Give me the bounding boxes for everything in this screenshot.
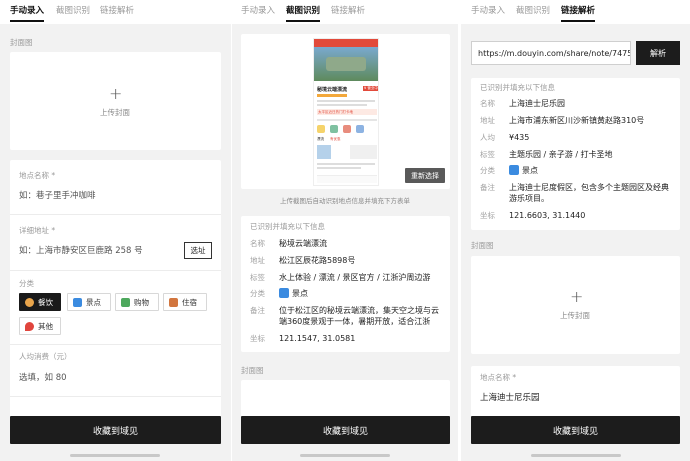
tab-screenshot[interactable]: 截图识别 (516, 6, 550, 17)
row-value-name: 秘境云端漂流 (279, 239, 327, 248)
category-chip-hotel[interactable]: 住宿 (163, 293, 207, 311)
address-input[interactable]: 如：上海市静安区巨鹿路 258 号 (19, 246, 143, 257)
recognized-title: 已识别并填充以下信息 (480, 83, 555, 92)
save-button[interactable]: 收藏到域见 (10, 416, 221, 444)
tab-manual[interactable]: 手动录入 (241, 6, 275, 17)
tab-screenshot[interactable]: 截图识别 (286, 6, 321, 22)
recognized-card: 已识别并填充以下信息 名称 上海迪士尼乐园 地址 上海市浦东新区川沙新镇黄赵路3… (471, 78, 680, 230)
upload-cover-text: 上传封面 (100, 108, 130, 117)
scenic-icon (73, 297, 82, 307)
row-label-coords: 坐标 (250, 334, 265, 343)
row-label-tags: 标签 (250, 273, 265, 282)
row-value-coords: 121.1547, 31.0581 (279, 334, 356, 343)
category-label: 分类 (19, 279, 34, 288)
row-label-address: 地址 (250, 256, 265, 265)
save-button[interactable]: 收藏到域见 (241, 416, 450, 444)
recognized-card: 已识别并填充以下信息 名称 秘境云端漂流 地址 松江区辰花路5898号 标签 水… (241, 216, 450, 352)
row-label-category: 分类 (250, 289, 265, 298)
cover-upload-area[interactable]: + 上传封面 (10, 52, 221, 150)
home-indicator (531, 454, 621, 457)
address-label: 详细地址 * (19, 226, 56, 235)
tab-bar: 手动录入 截图识别 链接解析 (0, 0, 231, 24)
hotel-icon (169, 297, 178, 307)
shopping-icon (121, 297, 130, 307)
tab-link[interactable]: 链接解析 (100, 6, 134, 17)
tab-bar: 手动录入 截图识别 链接解析 (461, 0, 690, 24)
row-label-coords: 坐标 (480, 211, 495, 220)
row-label-price: 人均 (480, 133, 495, 142)
row-value-address: 松江区辰花路5898号 (279, 256, 356, 265)
mini-item-2: 有优惠 (330, 137, 341, 141)
pick-location-button[interactable]: 选址 (184, 242, 212, 259)
row-value-note: 上海迪士尼度假区，包含多个主题园区及经典游乐项目。 (509, 183, 669, 203)
pin-icon (25, 321, 34, 331)
tab-link[interactable]: 链接解析 (331, 6, 365, 17)
parse-button[interactable]: 解析 (636, 41, 680, 65)
category-chip-other[interactable]: 其他 (19, 317, 61, 335)
category-chip-scenic[interactable]: 景点 (67, 293, 111, 311)
row-value-category: 景点 (292, 289, 308, 298)
name-input[interactable]: 如：巷子里手冲咖啡 (19, 191, 96, 202)
row-label-note: 备注 (250, 306, 265, 315)
reselect-button[interactable]: 重新选择 (405, 168, 445, 183)
cover-upload-area[interactable] (241, 380, 450, 420)
row-value-tags: 水上体验 / 漂流 / 景区官方 / 江浙沪周边游 (279, 273, 431, 282)
cover-label: 封面图 (10, 38, 33, 47)
tab-screenshot[interactable]: 截图识别 (56, 6, 90, 17)
cover-upload-area[interactable]: + 上传封面 (471, 256, 680, 354)
manual-entry-panel: 手动录入 截图识别 链接解析 封面图 + 上传封面 地点名称 * 如：巷子里手冲… (0, 0, 231, 461)
row-label-note: 备注 (480, 183, 495, 192)
upload-cover-text: 上传封面 (560, 311, 590, 320)
home-indicator (70, 454, 160, 457)
bowl-icon (25, 297, 34, 307)
category-chip-food[interactable]: 餐饮 (19, 293, 61, 311)
mini-title: 秘境云端漂流 (317, 87, 348, 93)
row-value-note: 位于松江区的秘境云端漂流，集天空之境与云端360度景观于一体，暑期开放，适合江浙 (279, 306, 439, 326)
home-indicator (300, 454, 390, 457)
url-input[interactable]: https://m.douyin.com/share/note/747592 (471, 41, 631, 65)
row-value-tags: 主题乐园 / 亲子游 / 打卡圣地 (509, 150, 613, 159)
form-card: 地点名称 * 如：巷子里手冲咖啡 详细地址 * 如：上海市静安区巨鹿路 258 … (10, 160, 221, 420)
row-value-category: 景点 (522, 166, 538, 175)
category-chip-shopping[interactable]: 购物 (115, 293, 159, 311)
row-label-tags: 标签 (480, 150, 495, 159)
plus-icon: + (109, 84, 123, 103)
save-button[interactable]: 收藏到域见 (471, 416, 680, 444)
row-label-name: 名称 (250, 239, 265, 248)
screenshot-panel: 手动录入 截图识别 链接解析 秘境云端漂流 ¥ 营业中 太平区近日热门打卡地 漂… (232, 0, 458, 461)
name-input[interactable]: 上海迪士尼乐园 (480, 393, 540, 404)
price-input[interactable]: 选填，如 80 (19, 373, 67, 384)
scenic-icon (279, 288, 289, 298)
tab-bar: 手动录入 截图识别 链接解析 (232, 0, 458, 24)
row-label-category: 分类 (480, 166, 495, 175)
row-value-price: ¥435 (509, 133, 530, 142)
cover-label: 封面图 (241, 366, 264, 375)
tab-manual[interactable]: 手动录入 (471, 6, 505, 17)
mini-tag: ¥ 营业中 (363, 86, 378, 91)
row-value-address: 上海市浦东新区川沙新镇黄赵路310号 (509, 116, 645, 125)
form-card: 地点名称 * 上海迪士尼乐园 (471, 366, 680, 420)
link-parse-panel: 手动录入 截图识别 链接解析 https://m.douyin.com/shar… (461, 0, 690, 461)
name-label: 地点名称 * (480, 373, 517, 382)
mini-hot-tag: 太平区近日热门打卡地 (318, 109, 353, 114)
plus-icon: + (570, 287, 584, 306)
price-label: 人均消费（元） (19, 352, 72, 361)
row-label-address: 地址 (480, 116, 495, 125)
cover-label: 封面图 (471, 241, 494, 250)
recognized-title: 已识别并填充以下信息 (250, 222, 325, 231)
mini-item-1: 漂流 (317, 137, 324, 141)
row-value-name: 上海迪士尼乐园 (509, 99, 565, 108)
row-label-name: 名称 (480, 99, 495, 108)
row-value-coords: 121.6603, 31.1440 (509, 211, 586, 220)
scenic-icon (509, 165, 519, 175)
screenshot-caption: 上传截图后自动识别地点信息并填充下方表单 (280, 197, 410, 205)
tab-link[interactable]: 链接解析 (561, 6, 596, 22)
name-label: 地点名称 * (19, 171, 56, 180)
tab-manual[interactable]: 手动录入 (10, 6, 45, 22)
screenshot-image: 秘境云端漂流 ¥ 营业中 太平区近日热门打卡地 漂流 有优惠 (313, 38, 379, 186)
screenshot-preview-card: 秘境云端漂流 ¥ 营业中 太平区近日热门打卡地 漂流 有优惠 重新选择 (241, 34, 450, 189)
